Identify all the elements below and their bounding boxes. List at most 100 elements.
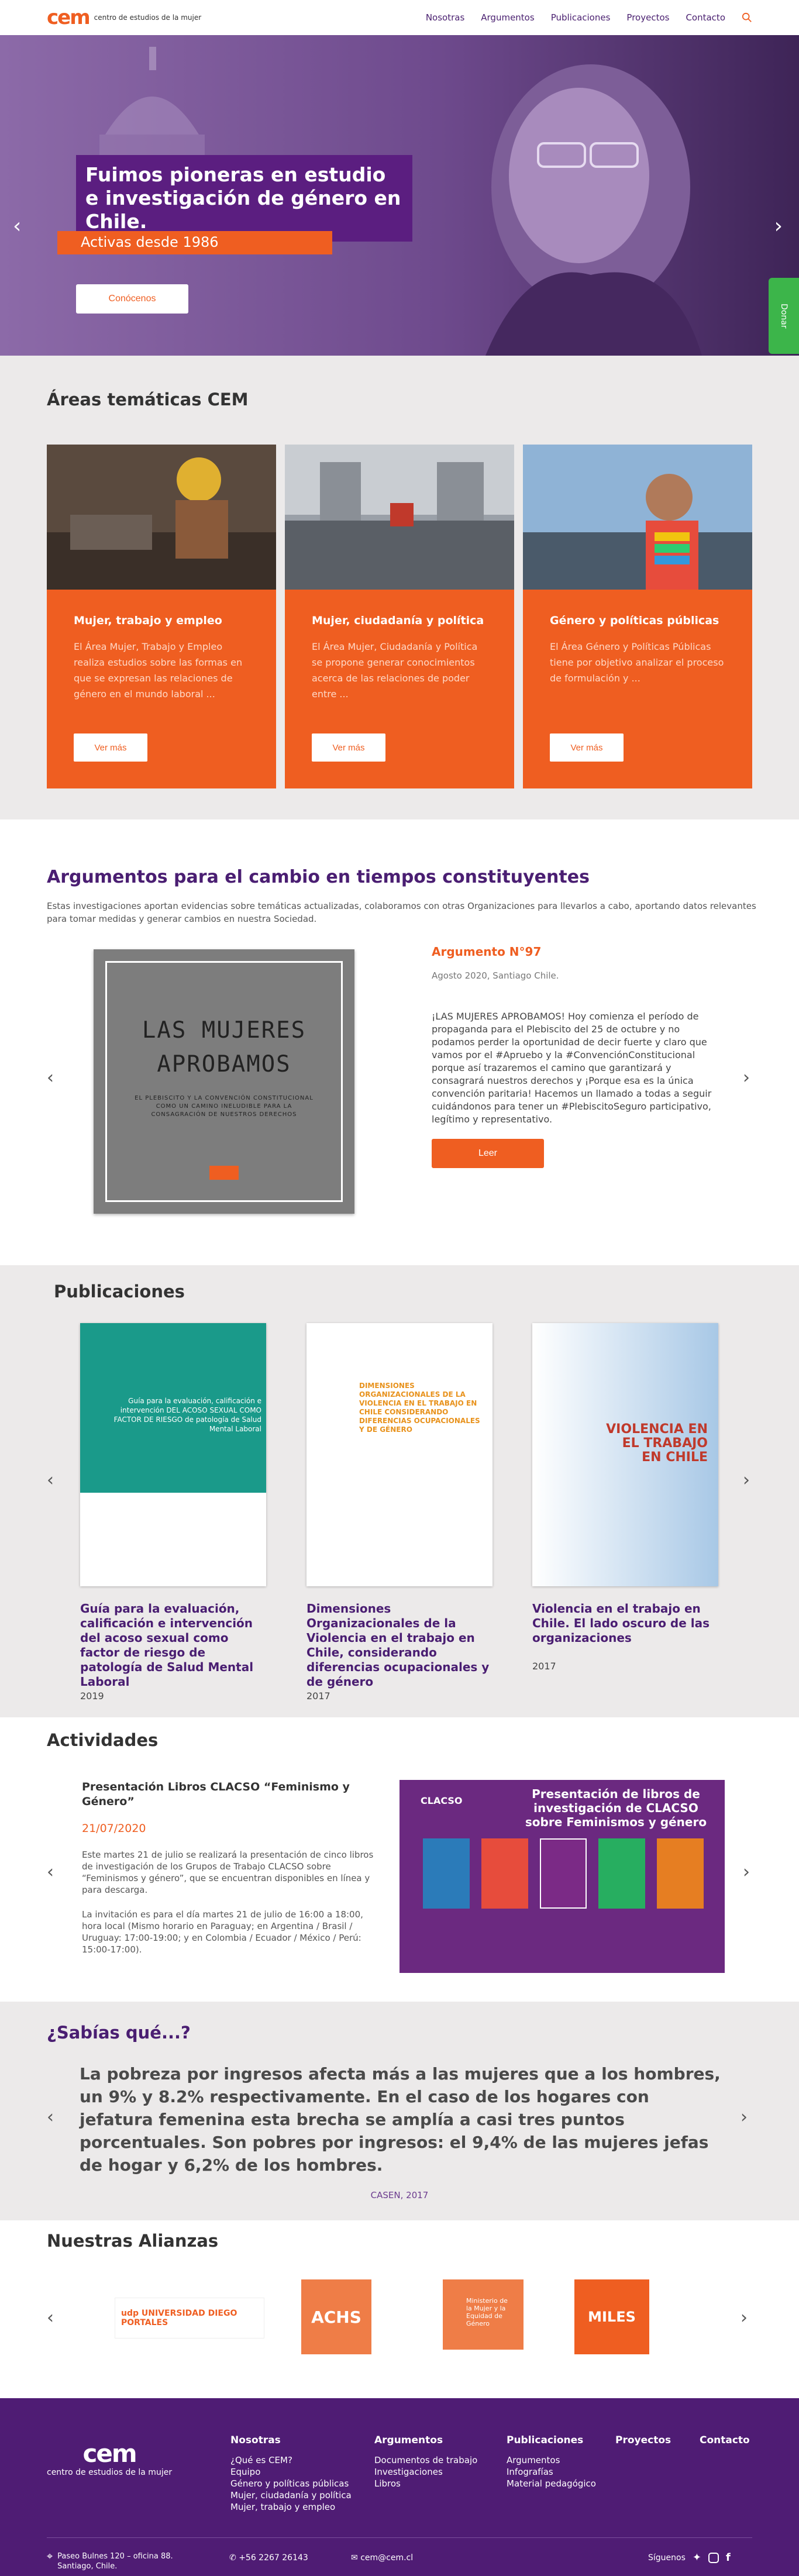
publicacion-title: Dimensiones Organizacionales de la Viole…	[306, 1602, 490, 1689]
twitter-icon[interactable]: ✦	[693, 2551, 701, 2564]
footer-col-contacto: Contacto	[700, 2434, 750, 2454]
area-card-politicas: Género y políticas públicas El Área Géne…	[523, 445, 752, 788]
hero-next-arrow[interactable]: ›	[774, 214, 783, 238]
donar-label: Donar	[779, 303, 788, 329]
publicacion-cover: VIOLENCIA EN EL TRABAJO EN CHILE	[532, 1323, 718, 1586]
publicacion-title: Violencia en el trabajo en Chile. El lad…	[532, 1602, 710, 1645]
hero-title: Fuimos pioneras en estudio e investigaci…	[76, 155, 412, 242]
alianzas-prev-arrow[interactable]: ‹	[47, 2308, 54, 2328]
actividad-title[interactable]: Presentación Libros CLACSO “Feminismo y …	[82, 1780, 374, 1809]
logo-mark: cem	[47, 6, 91, 29]
footer-divider	[47, 2537, 752, 2538]
footer-link[interactable]: ¿Qué es CEM?	[230, 2454, 352, 2466]
argumento-poster[interactable]: LAS MUJERES APROBAMOS EL PLEBISCITO Y LA…	[94, 949, 354, 1214]
footer-link[interactable]: Género y políticas públicas	[230, 2478, 352, 2489]
footer-heading[interactable]: Publicaciones	[507, 2434, 596, 2446]
footer-heading[interactable]: Proyectos	[615, 2434, 671, 2446]
sabias-next-arrow[interactable]: ›	[741, 2107, 748, 2127]
alianza-minmujer[interactable]: Ministerio de la Mujer y la Equidad de G…	[443, 2279, 524, 2350]
sabias-source: CASEN, 2017	[370, 2190, 429, 2200]
area-image-ciudadania	[285, 445, 514, 590]
hero-prev-arrow[interactable]: ‹	[13, 214, 21, 238]
publicacion-year: 2019	[80, 1690, 104, 1702]
footer-email-text: cem@cem.cl	[360, 2553, 414, 2563]
site-logo[interactable]: cem centro de estudios de la mujer	[47, 6, 201, 29]
argumentos-heading: Argumentos para el cambio en tiempos con…	[47, 867, 590, 887]
facebook-icon[interactable]: f	[726, 2551, 731, 2564]
sabias-prev-arrow[interactable]: ‹	[47, 2107, 54, 2127]
clacso-logo: CLACSO	[421, 1795, 463, 1806]
leer-button[interactable]: Leer	[432, 1139, 544, 1168]
ver-mas-button[interactable]: Ver más	[74, 733, 147, 762]
alianzas-next-arrow[interactable]: ›	[741, 2308, 748, 2328]
area-title: Mujer, trabajo y empleo	[74, 614, 222, 627]
footer-link[interactable]: Argumentos	[507, 2454, 596, 2466]
publicacion-year: 2017	[532, 1661, 556, 1672]
site-header: cem centro de estudios de la mujer Nosot…	[0, 0, 799, 35]
publicacion-card-1[interactable]: Guía para la evaluación, calificación e …	[80, 1323, 266, 1702]
footer-link[interactable]: Investigaciones	[374, 2466, 477, 2478]
nav-proyectos[interactable]: Proyectos	[626, 12, 669, 23]
ver-mas-button[interactable]: Ver más	[550, 733, 624, 762]
footer-link[interactable]: Equipo	[230, 2466, 352, 2478]
actividad-date: 21/07/2020	[82, 1822, 146, 1835]
publicacion-card-2[interactable]: DIMENSIONES ORGANIZACIONALES DE LA VIOLE…	[306, 1323, 493, 1702]
publicacion-card-3[interactable]: VIOLENCIA EN EL TRABAJO EN CHILE Violenc…	[532, 1323, 718, 1672]
actividad-banner[interactable]: CLACSO Presentación de libros de investi…	[399, 1780, 725, 1973]
search-icon[interactable]	[742, 12, 752, 23]
actividades-next-arrow[interactable]: ›	[743, 1862, 750, 1882]
nav-contacto[interactable]: Contacto	[686, 12, 725, 23]
poster-logo	[209, 1166, 239, 1180]
argumentos-prev-arrow[interactable]: ‹	[47, 1067, 54, 1088]
areas-heading: Áreas temáticas CEM	[47, 390, 249, 409]
nav-argumentos[interactable]: Argumentos	[481, 12, 534, 23]
footer-heading[interactable]: Contacto	[700, 2434, 750, 2446]
actividades-heading: Actividades	[47, 1730, 159, 1750]
area-card-trabajo: Mujer, trabajo y empleo El Área Mujer, T…	[47, 445, 276, 788]
actividades-prev-arrow[interactable]: ‹	[47, 1862, 54, 1882]
footer-phone-text: +56 2267 26143	[239, 2553, 308, 2563]
actividad-paragraph-2: La invitación es para el día martes 21 d…	[82, 1909, 363, 1955]
alianza-miles[interactable]: MILES	[574, 2279, 649, 2354]
footer-phone[interactable]: ✆ +56 2267 26143	[229, 2553, 308, 2563]
instagram-icon[interactable]	[708, 2552, 719, 2563]
conocenos-button[interactable]: Conócenos	[76, 284, 188, 314]
publicaciones-prev-arrow[interactable]: ‹	[47, 1470, 54, 1490]
footer-heading[interactable]: Argumentos	[374, 2434, 477, 2446]
footer-link[interactable]: Material pedagógico	[507, 2478, 596, 2489]
hero-subtitle: Activas desde 1986	[57, 231, 332, 254]
publicacion-cover: Guía para la evaluación, calificación e …	[80, 1323, 266, 1586]
publicaciones-next-arrow[interactable]: ›	[743, 1470, 750, 1490]
footer-email[interactable]: ✉ cem@cem.cl	[351, 2553, 413, 2563]
alianza-achs[interactable]: ACHS	[301, 2279, 371, 2354]
argumento-detail: Argumento N°97 Agosto 2020, Santiago Chi…	[432, 945, 724, 1168]
alianza-udp[interactable]: udp UNIVERSIDAD DIEGO PORTALES	[115, 2298, 264, 2339]
hero-slider: Fuimos pioneras en estudio e investigaci…	[0, 35, 799, 356]
nav-nosotras[interactable]: Nosotras	[426, 12, 464, 23]
footer-link[interactable]: Mujer, trabajo y empleo	[230, 2501, 352, 2513]
donar-button[interactable]: Donar	[769, 278, 799, 354]
footer-link[interactable]: Mujer, ciudadanía y política	[230, 2489, 352, 2501]
area-card-ciudadania: Mujer, ciudadanía y política El Área Muj…	[285, 445, 514, 788]
footer-address-text: Paseo Bulnes 120 – oficina 88. Santiago,…	[57, 2552, 173, 2571]
argumentos-next-arrow[interactable]: ›	[743, 1067, 750, 1088]
footer-heading[interactable]: Nosotras	[230, 2434, 352, 2446]
phone-icon: ✆	[229, 2553, 236, 2563]
footer-logo-mark: cem	[82, 2439, 137, 2468]
area-image-trabajo	[47, 445, 276, 590]
alianzas-heading: Nuestras Alianzas	[47, 2231, 219, 2251]
nav-publicaciones[interactable]: Publicaciones	[551, 12, 611, 23]
footer-link[interactable]: Infografías	[507, 2466, 596, 2478]
area-text: El Área Mujer, Trabajo y Empleo realiza …	[74, 641, 243, 700]
footer-logo[interactable]: cem centro de estudios de la mujer	[47, 2439, 172, 2477]
ver-mas-button[interactable]: Ver más	[312, 733, 385, 762]
footer-link[interactable]: Libros	[374, 2478, 477, 2489]
location-icon: ⌖	[47, 2550, 53, 2563]
publicacion-title: Guía para la evaluación, calificación e …	[80, 1602, 254, 1689]
sabias-heading: ¿Sabías qué...?	[47, 2023, 191, 2043]
footer-link[interactable]: Documentos de trabajo	[374, 2454, 477, 2466]
footer-col-proyectos: Proyectos	[615, 2434, 671, 2454]
footer-logo-subtitle: centro de estudios de la mujer	[47, 2468, 173, 2477]
cover-text: Guía para la evaluación, calificación e …	[113, 1397, 261, 1433]
logo-subtitle: centro de estudios de la mujer	[94, 13, 202, 22]
